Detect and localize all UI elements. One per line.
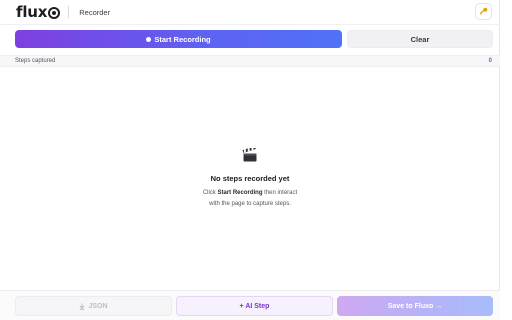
steps-count: 0 [488, 58, 492, 64]
empty-state-description: Click Start Recording then interact with… [0, 188, 500, 210]
key-icon [480, 7, 488, 15]
download-icon [80, 303, 85, 310]
json-label: JSON [88, 302, 108, 310]
header: flux Recorder [0, 0, 500, 25]
empty-text-line2: with the page to capture steps. [209, 201, 291, 207]
empty-text-bold: Start Recording [217, 190, 263, 196]
logo-o-mark [48, 7, 61, 19]
clapperboard-icon [242, 148, 257, 162]
empty-text-prefix: Click [202, 190, 218, 196]
header-divider [68, 6, 70, 18]
key-button[interactable] [475, 3, 492, 20]
fluxo-logo: flux [16, 3, 61, 21]
empty-text-suffix: then interact [262, 190, 298, 196]
empty-state-title: No steps recorded yet [210, 174, 290, 183]
record-dot-icon [146, 36, 152, 42]
json-export-button[interactable]: JSON [15, 296, 172, 316]
save-label: Save to Fluxo → [387, 302, 443, 310]
empty-state: No steps recorded yet Click Start Record… [0, 148, 500, 210]
steps-captured-label: Steps captured [15, 58, 56, 64]
save-to-fluxo-button[interactable]: Save to Fluxo → [337, 296, 493, 316]
steps-captured-bar: Steps captured 0 [0, 55, 500, 67]
footer-toolbar: JSON + AI Step Save to Fluxo → [0, 290, 500, 320]
start-recording-label: Start Recording [154, 34, 211, 44]
clear-button[interactable]: Clear [347, 30, 493, 48]
add-ai-step-button[interactable]: + AI Step [176, 296, 333, 316]
page-title: Recorder [79, 7, 111, 17]
recorder-panel: flux Recorder Start Recording Clear Step… [0, 0, 500, 320]
logo-text: flux [16, 3, 48, 21]
start-recording-button[interactable]: Start Recording [15, 30, 342, 48]
page-edge [500, 0, 512, 320]
ai-step-label: + AI Step [239, 302, 270, 310]
clear-label: Clear [410, 34, 430, 44]
